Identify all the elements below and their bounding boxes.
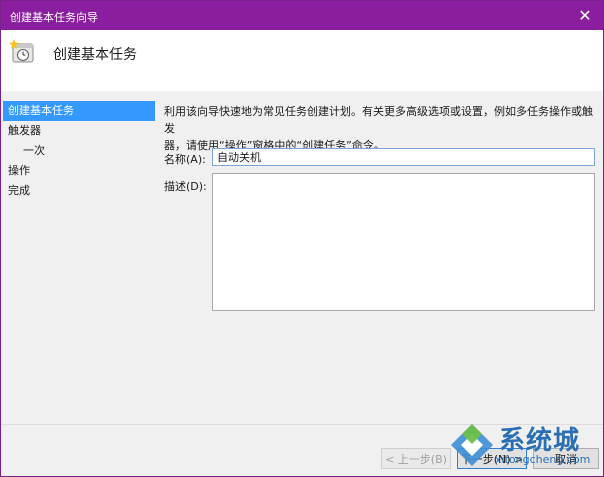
back-button[interactable]: < 上一步(B) — [381, 448, 451, 469]
title-bar: 创建基本任务向导 ✕ — [1, 1, 603, 30]
name-row: 名称(A): — [164, 148, 595, 168]
instruction-line-1: 利用该向导快速地为常见任务创建计划。有关更多高级选项或设置，例如多任务操作或触发 — [164, 105, 593, 135]
wizard-window: 创建基本任务向导 ✕ 创建基本任务 创建基本任务 触发器 一次 操作 完成 利用… — [0, 0, 604, 477]
name-input[interactable] — [212, 148, 595, 166]
wizard-header: 创建基本任务 — [1, 30, 603, 90]
step-once[interactable]: 一次 — [3, 141, 155, 161]
name-label: 名称(A): — [164, 153, 206, 166]
description-label: 描述(D): — [164, 180, 207, 193]
header-title: 创建基本任务 — [53, 47, 137, 63]
step-finish[interactable]: 完成 — [3, 181, 155, 201]
description-row: 描述(D): — [164, 173, 595, 313]
cancel-button[interactable]: 取消 — [533, 448, 599, 469]
step-list: 创建基本任务 触发器 一次 操作 完成 — [3, 101, 155, 201]
window-title: 创建基本任务向导 — [10, 11, 98, 24]
footer-divider — [1, 424, 603, 425]
close-icon[interactable]: ✕ — [567, 1, 603, 30]
task-clock-icon — [9, 39, 34, 63]
instruction-text: 利用该向导快速地为常见任务创建计划。有关更多高级选项或设置，例如多任务操作或触发… — [164, 103, 594, 154]
wizard-body: 创建基本任务 触发器 一次 操作 完成 利用该向导快速地为常见任务创建计划。有关… — [1, 91, 603, 476]
step-action[interactable]: 操作 — [3, 161, 155, 181]
step-create-basic-task[interactable]: 创建基本任务 — [3, 101, 155, 121]
next-button[interactable]: 下一步(N) > — [457, 448, 527, 469]
wizard-content: 利用该向导快速地为常见任务创建计划。有关更多高级选项或设置，例如多任务操作或触发… — [164, 103, 595, 311]
step-trigger[interactable]: 触发器 — [3, 121, 155, 141]
description-input[interactable] — [212, 173, 595, 311]
